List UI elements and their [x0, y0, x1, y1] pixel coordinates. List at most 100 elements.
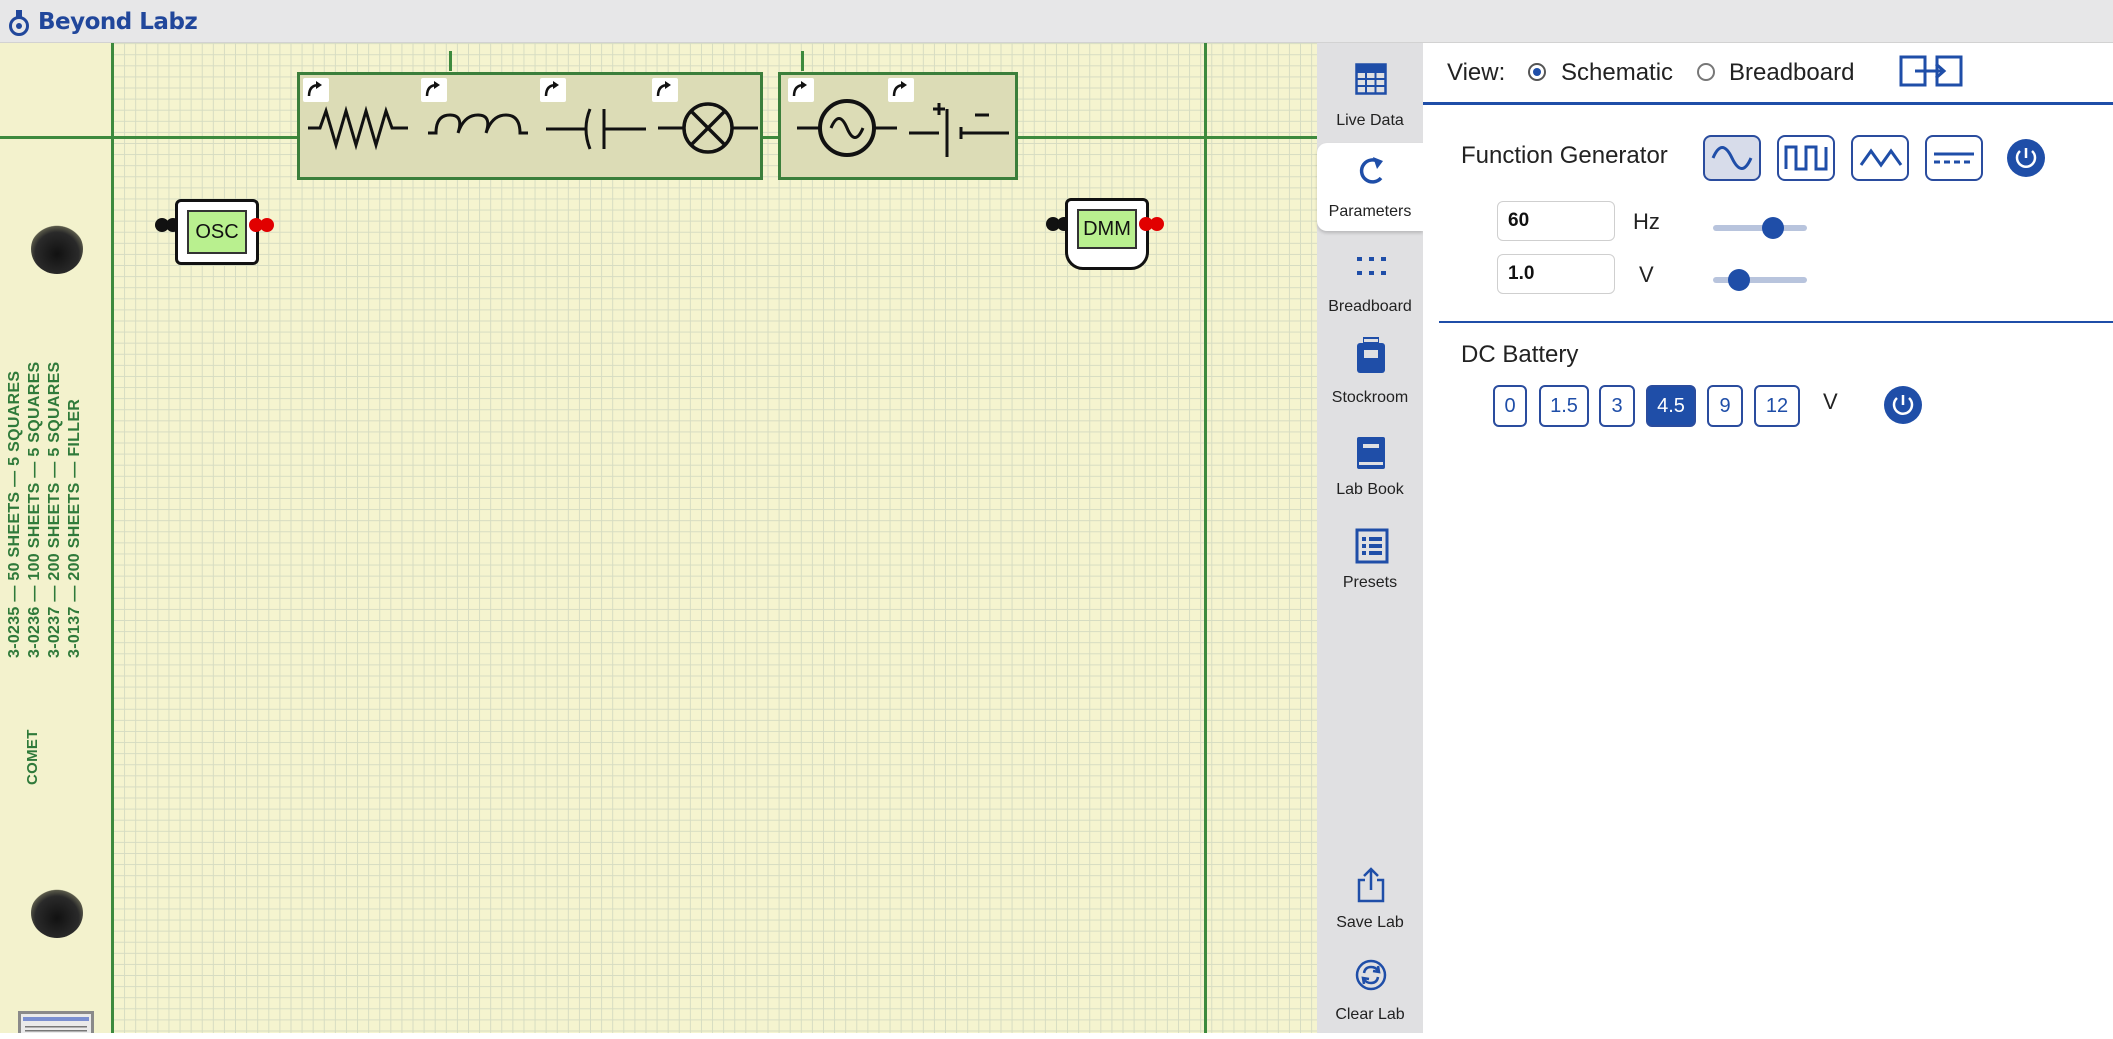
section-divider [1439, 321, 2113, 323]
jar-icon [1357, 337, 1385, 373]
book-icon [1357, 437, 1385, 469]
nav-label: Clear Lab [1335, 1006, 1405, 1023]
view-label: View: [1447, 59, 1506, 86]
flask-logo-icon [9, 10, 29, 36]
schematic-label[interactable]: Schematic [1561, 59, 1673, 87]
brand-name: Beyond Labz [38, 9, 198, 35]
brand-logo: Beyond Labz [8, 8, 198, 36]
dots-icon [1357, 257, 1386, 275]
nav-label: Breadboard [1328, 298, 1412, 315]
dmm-body: DMM [1065, 198, 1149, 270]
nav-presets[interactable]: Presets [1317, 516, 1423, 604]
dmm-label: DMM [1077, 209, 1137, 249]
table-icon [1355, 63, 1387, 95]
dmm-red-terminal[interactable] [1150, 217, 1164, 231]
paper-spec-text: 3-0236 — 100 SHEETS — 5 SQUARES [26, 361, 43, 658]
amplitude-unit: V [1639, 262, 1654, 287]
nav-parameters[interactable]: Parameters [1317, 143, 1423, 231]
triangle-wave-button[interactable] [1851, 135, 1909, 181]
battery-voltage-button-selected[interactable]: 4.5 [1646, 385, 1696, 427]
battery-voltage-button[interactable]: 3 [1599, 385, 1635, 427]
nav-stockroom[interactable]: Stockroom [1317, 331, 1423, 419]
inductor-icon[interactable] [428, 103, 528, 153]
square-wave-icon [1784, 145, 1828, 171]
passive-components-palette [297, 72, 763, 180]
paper-brand-text: COMET [24, 729, 41, 785]
side-nav: Live Data Parameters Breadboard Stockroo… [1317, 43, 1423, 1033]
nav-label: Stockroom [1331, 389, 1409, 406]
square-wave-button[interactable] [1777, 135, 1835, 181]
tick-line [449, 51, 452, 71]
parameters-panel: View: Schematic Breadboard Function Gene… [1423, 43, 2113, 1033]
rotate-arrow-icon[interactable] [303, 78, 329, 102]
osc-label: OSC [187, 210, 247, 254]
margin-line-right [1204, 43, 1207, 1033]
rotate-arrow-icon[interactable] [421, 78, 447, 102]
nav-label: Save Lab [1336, 914, 1404, 931]
dc-wave-icon [1934, 152, 1974, 164]
breadboard-radio[interactable] [1697, 63, 1715, 81]
ac-source-icon[interactable] [797, 97, 897, 159]
power-icon [1892, 395, 1914, 415]
dc-battery-title: DC Battery [1461, 341, 1579, 368]
battery-voltage-button[interactable]: 1.5 [1539, 385, 1589, 427]
nav-label: Live Data [1336, 112, 1404, 129]
nav-save-lab[interactable]: Save Lab [1317, 858, 1423, 946]
sine-wave-icon [1711, 146, 1753, 170]
battery-voltage-button[interactable]: 0 [1493, 385, 1527, 427]
dc-wave-button[interactable] [1925, 135, 1983, 181]
nav-live-data[interactable]: Live Data [1317, 51, 1423, 139]
paper-spec-text: 3-0137 — 200 SHEETS — FILLER [66, 398, 83, 658]
function-generator-power-button[interactable] [2007, 139, 2045, 177]
nav-label: Lab Book [1336, 481, 1404, 498]
binder-hole [31, 888, 83, 938]
resistor-icon[interactable] [308, 103, 408, 153]
schematic-radio[interactable] [1528, 63, 1546, 81]
osc-body: OSC [175, 199, 259, 265]
osc-red-terminal[interactable] [260, 218, 274, 232]
share-icon [1357, 867, 1385, 903]
battery-voltage-button[interactable]: 12 [1754, 385, 1800, 427]
nav-breadboard[interactable]: Breadboard [1317, 238, 1423, 326]
top-bar: Beyond Labz [0, 0, 2113, 43]
dc-battery-power-button[interactable] [1884, 386, 1922, 424]
nav-label: Presets [1342, 574, 1398, 591]
nav-clear-lab[interactable]: Clear Lab [1317, 951, 1423, 1039]
nav-lab-book[interactable]: Lab Book [1317, 423, 1423, 511]
binder-hole [31, 224, 83, 274]
triangle-wave-icon [1859, 148, 1903, 168]
amplitude-input[interactable]: 1.0 [1497, 254, 1615, 294]
battery-icon[interactable] [909, 97, 1009, 159]
workbench-canvas[interactable]: 3-0235 — 50 SHEETS — 5 SQUARES 3-0236 — … [0, 43, 1317, 1033]
amplitude-slider[interactable] [1713, 277, 1807, 283]
digital-multimeter[interactable]: DMM [1046, 198, 1166, 274]
breadboard-label[interactable]: Breadboard [1729, 59, 1854, 87]
breadboard-preview-icon [23, 1017, 89, 1032]
capacitor-icon[interactable] [546, 103, 646, 153]
nav-label: Parameters [1328, 203, 1412, 220]
breadboard-thumbnail[interactable] [18, 1011, 94, 1033]
header-divider [1423, 102, 2113, 105]
expand-panel-icon[interactable] [1899, 53, 1963, 89]
frequency-unit: Hz [1633, 209, 1660, 234]
paper-spec-text: 3-0235 — 50 SHEETS — 5 SQUARES [6, 370, 23, 658]
oscilloscope[interactable]: OSC [155, 199, 274, 265]
rotate-icon [1359, 157, 1383, 184]
amplitude-slider-thumb[interactable] [1728, 269, 1751, 291]
frequency-slider-thumb[interactable] [1762, 217, 1785, 239]
list-icon [1355, 528, 1389, 564]
power-icon [2015, 148, 2037, 168]
tick-line [801, 51, 804, 71]
refresh-icon [1355, 959, 1387, 991]
frequency-input[interactable]: 60 [1497, 201, 1615, 241]
lamp-icon[interactable] [658, 97, 758, 159]
margin-line [111, 43, 114, 1033]
frequency-slider[interactable] [1713, 225, 1807, 231]
paper-spec-text: 3-0237 — 200 SHEETS — 5 SQUARES [46, 361, 63, 658]
rotate-arrow-icon[interactable] [540, 78, 566, 102]
sine-wave-button[interactable] [1703, 135, 1761, 181]
function-generator-title: Function Generator [1461, 142, 1668, 169]
battery-voltage-button[interactable]: 9 [1707, 385, 1743, 427]
source-components-palette [778, 72, 1018, 180]
battery-unit: V [1823, 389, 1838, 414]
